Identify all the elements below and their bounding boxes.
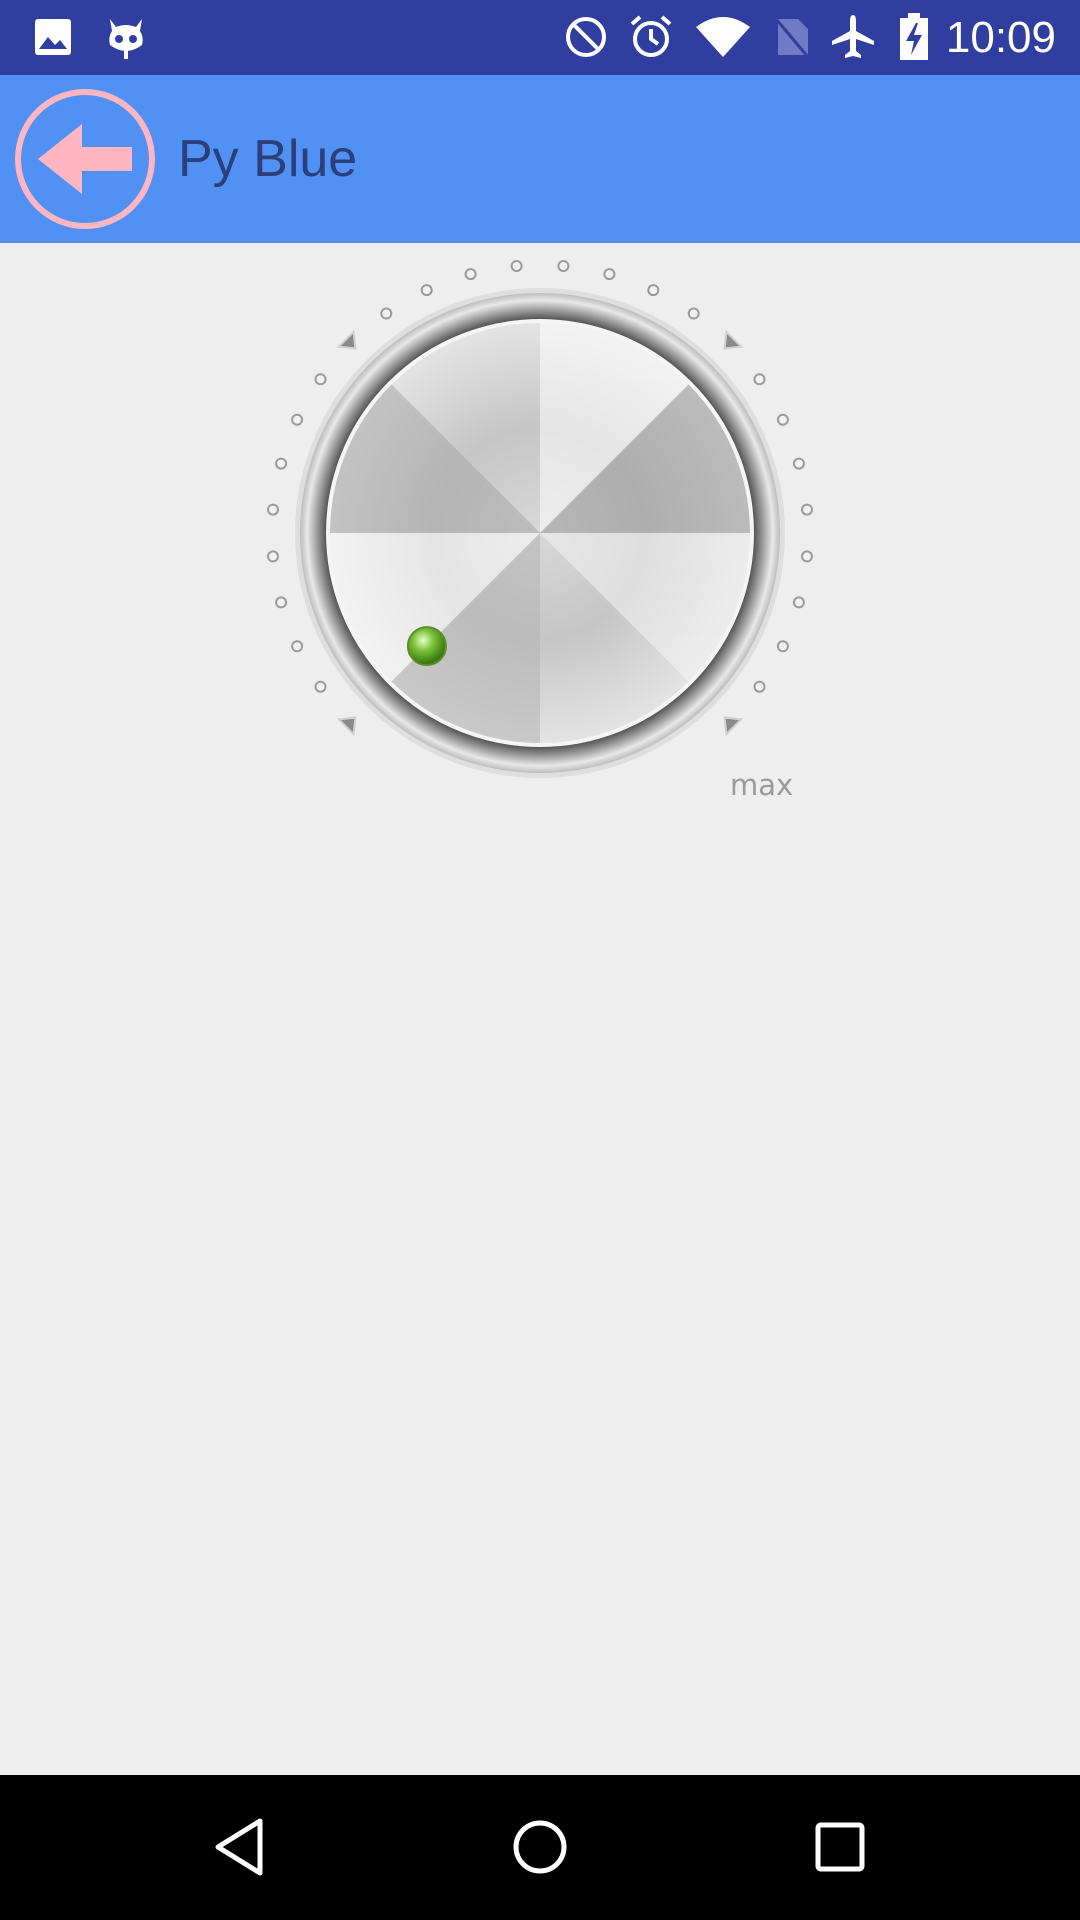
cyanogen-mascot-icon bbox=[104, 14, 148, 60]
scale-minor-tick bbox=[314, 680, 327, 693]
no-sim-icon bbox=[772, 14, 812, 60]
scale-minor-tick bbox=[267, 503, 279, 516]
scale-major-tick bbox=[336, 329, 357, 350]
nav-back-icon bbox=[215, 1818, 263, 1876]
scale-minor-tick bbox=[603, 268, 616, 281]
scale-minor-tick bbox=[380, 307, 393, 320]
wifi-icon bbox=[693, 14, 753, 60]
volume-knob[interactable]: max bbox=[250, 243, 830, 823]
knob-max-label: max bbox=[730, 768, 793, 802]
image-icon bbox=[32, 14, 74, 60]
nav-recents-button[interactable] bbox=[790, 1797, 890, 1897]
scale-minor-tick bbox=[275, 457, 288, 470]
scale-minor-tick bbox=[776, 413, 789, 426]
scale-minor-tick bbox=[801, 550, 813, 563]
scale-minor-tick bbox=[291, 640, 304, 653]
do-not-disturb-icon bbox=[563, 14, 609, 60]
status-bar: 10:09 bbox=[0, 0, 1080, 75]
scale-major-tick bbox=[723, 329, 744, 350]
app-bar: Py Blue bbox=[0, 75, 1080, 243]
battery-charging-icon bbox=[896, 13, 932, 60]
nav-recents-icon bbox=[815, 1822, 865, 1872]
scale-minor-tick bbox=[510, 260, 523, 272]
clock-time: 10:09 bbox=[945, 13, 1056, 62]
scale-minor-tick bbox=[753, 680, 766, 693]
airplane-mode-icon bbox=[828, 14, 878, 60]
scale-minor-tick bbox=[420, 284, 433, 297]
nav-back-button[interactable] bbox=[190, 1797, 290, 1897]
scale-minor-tick bbox=[314, 373, 327, 386]
back-button[interactable] bbox=[14, 88, 156, 230]
scale-minor-tick bbox=[291, 413, 304, 426]
scale-minor-tick bbox=[464, 268, 477, 281]
alarm-icon bbox=[628, 14, 674, 60]
nav-home-icon bbox=[513, 1820, 567, 1874]
scale-minor-tick bbox=[275, 596, 288, 609]
scale-minor-tick bbox=[557, 260, 570, 272]
scale-minor-tick bbox=[753, 373, 766, 386]
scale-minor-tick bbox=[267, 550, 279, 563]
back-arrow-icon bbox=[15, 89, 155, 229]
scale-minor-tick bbox=[792, 596, 805, 609]
scale-minor-tick bbox=[647, 284, 660, 297]
scale-minor-tick bbox=[687, 307, 700, 320]
knob-indicator-led bbox=[406, 626, 447, 667]
scale-minor-tick bbox=[776, 640, 789, 653]
main-content: max bbox=[0, 243, 1080, 1775]
page-title: Py Blue bbox=[178, 130, 358, 188]
scale-major-tick bbox=[336, 716, 357, 737]
scale-minor-tick bbox=[792, 457, 805, 470]
scale-minor-tick bbox=[801, 503, 813, 516]
navigation-bar bbox=[0, 1775, 1080, 1920]
nav-home-button[interactable] bbox=[490, 1797, 590, 1897]
scale-major-tick bbox=[723, 716, 744, 737]
knob-brushed-metal bbox=[327, 320, 753, 746]
